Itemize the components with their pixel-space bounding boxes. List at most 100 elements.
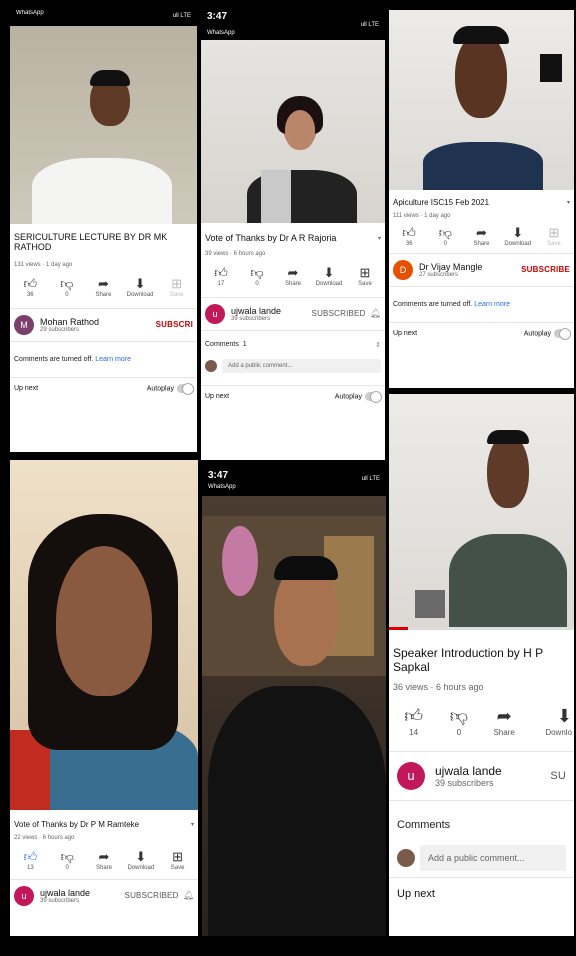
video-meta: 36 views · 6 hours ago <box>393 682 484 692</box>
thumbs-down-icon: 👎︎ <box>250 265 264 280</box>
share-button[interactable]: ➦ Share <box>482 706 527 737</box>
dislike-button[interactable]: 👎︎ 0 <box>427 225 463 247</box>
learn-more-link[interactable]: Learn more <box>474 301 510 308</box>
like-button[interactable]: 👍︎ 14 <box>391 706 436 737</box>
expand-chevron-icon[interactable]: ▾ <box>378 235 381 242</box>
channel-name[interactable]: ujwala lande <box>40 888 125 898</box>
video-panel-3: Apiculture ISC15 Feb 2021 ▾ 111 views · 1… <box>389 10 574 388</box>
video-player[interactable] <box>10 460 198 810</box>
video-panel-2: 3:47 WhatsApp ull LTE Vote of Thanks by … <box>201 10 385 460</box>
comments-header[interactable]: Comments <box>389 801 574 839</box>
channel-name[interactable]: Mohan Rathod <box>40 317 156 327</box>
comments-header[interactable]: Comments 1 ⇕ <box>201 331 385 355</box>
download-button[interactable]: ⬇ Download <box>500 225 536 247</box>
share-icon: ➦ <box>476 225 487 240</box>
comments-status: Comments are turned off. Learn more <box>10 342 197 378</box>
autoplay-label: Autoplay <box>146 384 174 392</box>
avatar[interactable]: u <box>205 303 225 324</box>
share-button[interactable]: ➦ Share <box>275 265 311 287</box>
bell-icon[interactable]: 🔔︎ <box>370 308 381 319</box>
autoplay-toggle[interactable] <box>554 327 571 340</box>
like-button[interactable]: 👍︎ 13 <box>12 849 49 871</box>
video-meta: 131 views · 1 day ago <box>14 262 73 268</box>
user-avatar <box>205 359 217 372</box>
video-panel-4: Vote of Thanks by Dr P M Ramteke ▾ 22 vie… <box>10 460 198 936</box>
like-button[interactable]: 👍︎ 36 <box>12 276 49 298</box>
like-button[interactable]: 👍︎ 17 <box>203 265 239 287</box>
save-button[interactable]: ⊞ Save <box>158 276 195 298</box>
download-icon: ⬇ <box>323 265 335 280</box>
speaker-figure <box>32 158 172 224</box>
video-player[interactable] <box>10 26 197 224</box>
video-title: Vote of Thanks by Dr A R Rajoria <box>205 233 337 243</box>
avatar[interactable]: u <box>14 885 34 906</box>
thumbs-down-icon: 👎︎ <box>449 706 469 726</box>
download-button[interactable]: ⬇ Downlo <box>527 706 572 737</box>
dislike-button[interactable]: 👎︎ 0 <box>49 849 86 871</box>
comment-input[interactable]: Add a public comment... <box>420 844 566 871</box>
expand-chevron-icon[interactable]: ▾ <box>191 821 194 828</box>
expand-chevron-icon[interactable]: ▾ <box>567 199 570 206</box>
subscribed-button[interactable]: SUBSCRIBED <box>125 891 179 900</box>
up-next-label: Up next <box>205 392 230 400</box>
speaker-figure <box>449 534 567 630</box>
bell-icon[interactable]: 🔔︎ <box>183 890 194 901</box>
subscribe-button[interactable]: SUBSCRI <box>156 320 193 329</box>
video-title: Speaker Introduction by H P Sapkal <box>393 646 543 674</box>
thumbs-up-icon: 👍︎ <box>23 849 38 864</box>
thumbs-up-icon: 👍︎ <box>404 706 424 726</box>
video-player[interactable] <box>202 496 386 936</box>
subscribed-button[interactable]: SU <box>550 770 566 782</box>
channel-name[interactable]: ujwala lande <box>231 306 312 316</box>
thumbs-up-icon: 👍︎ <box>402 225 416 240</box>
channel-name[interactable]: ujwala lande <box>435 764 550 778</box>
dislike-button[interactable]: 👎︎ 0 <box>239 265 275 287</box>
download-button[interactable]: ⬇ Download <box>122 849 159 871</box>
up-next-label: Up next <box>14 384 39 392</box>
share-icon: ➦ <box>98 276 109 291</box>
save-button[interactable]: ⊞ Save <box>347 265 383 287</box>
video-player[interactable] <box>389 10 574 190</box>
video-panel-5: 3:47 WhatsApp ull LTE <box>202 464 386 936</box>
progress-bar[interactable] <box>389 627 574 630</box>
channel-subscribers: 39 subscribers <box>40 897 80 904</box>
learn-more-link[interactable]: Learn more <box>95 356 131 363</box>
share-button[interactable]: ➦ Share <box>85 276 122 298</box>
avatar[interactable]: u <box>397 761 425 790</box>
video-panel-1: WhatsApp ull LTE SERICULTURE LECTURE BY … <box>10 10 197 452</box>
expand-icon[interactable]: ⇕ <box>375 341 381 349</box>
up-next-label: Up next <box>393 329 418 337</box>
status-icons: ull LTE <box>360 22 379 28</box>
autoplay-toggle[interactable] <box>365 390 382 403</box>
share-button[interactable]: ➦ Share <box>463 225 499 247</box>
dislike-button[interactable]: 👎︎ 0 <box>436 706 481 737</box>
status-bar: 3:47 WhatsApp ull LTE <box>202 464 386 496</box>
download-button[interactable]: ⬇ Download <box>122 276 159 298</box>
save-icon: ⊞ <box>359 265 371 280</box>
avatar[interactable]: D <box>393 259 413 280</box>
thumbs-up-icon: 👍︎ <box>23 276 38 291</box>
video-meta: 111 views · 1 day ago <box>393 213 451 219</box>
comment-input[interactable]: Add a public comment... <box>222 358 381 373</box>
channel-name[interactable]: Dr Vijay Mangle <box>419 262 521 272</box>
channel-subscribers: 27 subscribers <box>419 271 459 278</box>
subscribed-button[interactable]: SUBSCRIBED <box>312 309 366 318</box>
video-player[interactable] <box>389 394 574 630</box>
status-bar: WhatsApp ull LTE <box>10 10 197 26</box>
subscribe-button[interactable]: SUBSCRIBE <box>521 265 570 274</box>
status-app: WhatsApp <box>208 484 236 490</box>
share-button[interactable]: ➦ Share <box>86 849 123 871</box>
download-icon: ⬇ <box>512 225 524 240</box>
save-button[interactable]: ⊞ Save <box>536 225 572 247</box>
video-player[interactable] <box>201 40 385 223</box>
status-icons: ull LTE <box>361 476 380 482</box>
autoplay-label: Autoplay <box>523 329 551 337</box>
avatar[interactable]: M <box>14 314 34 335</box>
save-button[interactable]: ⊞ Save <box>159 849 196 871</box>
autoplay-toggle[interactable] <box>177 382 194 395</box>
like-button[interactable]: 👍︎ 36 <box>391 225 427 247</box>
video-meta: 39 views · 6 hours ago <box>205 251 266 257</box>
dislike-button[interactable]: 👎︎ 0 <box>49 276 86 298</box>
channel-subscribers: 39 subscribers <box>435 777 494 788</box>
download-button[interactable]: ⬇ Download <box>311 265 347 287</box>
